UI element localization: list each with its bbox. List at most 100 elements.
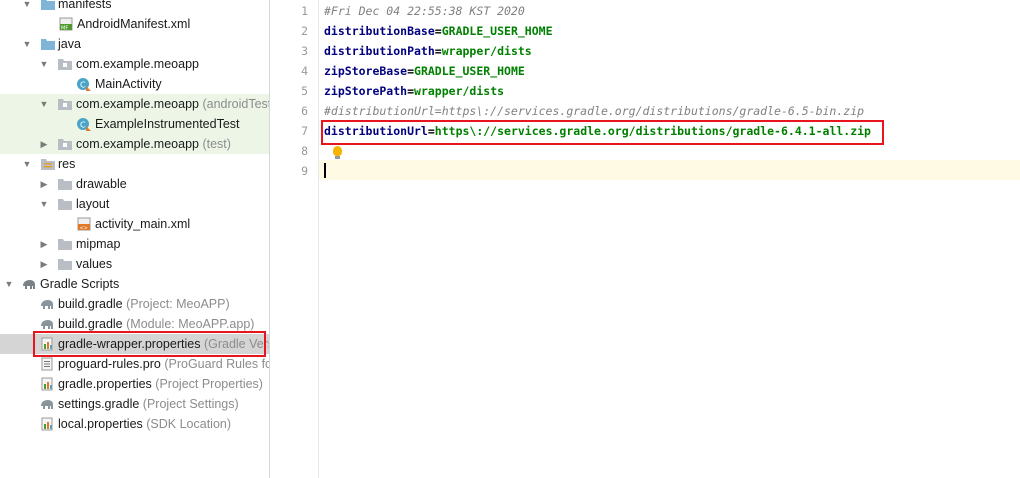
expand-arrow-icon[interactable]: ▼ — [39, 194, 49, 214]
folder-icon — [58, 239, 72, 250]
property-key: zipStoreBase — [324, 64, 408, 78]
intention-lightbulb-icon[interactable] — [333, 146, 342, 159]
tree-item-hint: (SDK Location) — [146, 417, 232, 431]
line-number: 8 — [301, 144, 308, 158]
tree-item-label: gradle.properties — [58, 377, 152, 391]
folder-icon — [58, 259, 72, 270]
property-value: GRADLE_USER_HOME — [414, 64, 525, 78]
code-line-1: #Fri Dec 04 22:55:38 KST 2020 — [324, 4, 525, 18]
collapse-arrow-icon[interactable]: ▶ — [39, 134, 49, 154]
svg-text:C: C — [80, 81, 86, 90]
line-number: 7 — [301, 124, 308, 138]
tree-item-label: com.example.meoapp — [76, 137, 199, 151]
gradle-elephant-icon — [23, 280, 35, 289]
text-caret — [324, 163, 326, 178]
tree-item-label: layout — [76, 197, 110, 211]
collapse-arrow-icon[interactable]: ▶ — [39, 174, 49, 194]
properties-file-icon — [41, 417, 53, 431]
tree-item-gradle-properties[interactable]: gradle.properties (Project Properties) — [0, 374, 269, 394]
folder-icon — [41, 0, 55, 10]
tree-item-hint: (ProGuard Rules for — [164, 357, 269, 371]
code-line-5: zipStorePath=wrapper/dists — [324, 81, 504, 101]
equals-sign: = — [434, 44, 442, 58]
properties-file-icon — [41, 377, 53, 391]
property-key: distributionPath — [324, 44, 435, 58]
collapse-arrow-icon[interactable]: ▶ — [39, 254, 49, 274]
tree-item-label: com.example.meoapp — [76, 97, 199, 111]
gradle-file-icon — [41, 400, 53, 409]
tree-item-hint: (Project: MeoAPP) — [126, 297, 230, 311]
tree-item-mipmap[interactable]: ▶ mipmap — [0, 234, 269, 254]
tree-item-drawable[interactable]: ▶ drawable — [0, 174, 269, 194]
property-value: GRADLE_USER_HOME — [441, 24, 553, 38]
tree-item-label: values — [76, 257, 113, 271]
tree-item-label: proguard-rules.pro — [58, 357, 161, 371]
kotlin-class-icon: C — [77, 78, 91, 91]
code-line-4: zipStoreBase=GRADLE_USER_HOME — [324, 61, 525, 81]
tree-item-java[interactable]: ▼ java — [0, 34, 269, 54]
folder-icon — [41, 39, 55, 50]
expand-arrow-icon[interactable]: ▼ — [39, 94, 49, 114]
tree-item-settings-gradle[interactable]: settings.gradle (Project Settings) — [0, 394, 269, 414]
current-line-highlight — [319, 160, 1020, 180]
res-folder-icon — [41, 159, 55, 170]
tree-item-label: MainActivity — [95, 77, 162, 91]
tree-item-label: activity_main.xml — [95, 217, 191, 231]
package-icon — [58, 99, 72, 110]
tree-item-package-main[interactable]: ▼ com.example.meoapp — [0, 54, 269, 74]
text-file-icon — [41, 357, 53, 371]
tree-item-label: java — [58, 37, 81, 51]
equals-sign: = — [434, 24, 442, 38]
property-value: wrapper/dists — [414, 84, 505, 98]
code-line-6: #distributionUrl=https\://services.gradl… — [324, 104, 865, 118]
tree-item-res[interactable]: ▼ res — [0, 154, 269, 174]
expand-arrow-icon[interactable]: ▼ — [22, 0, 32, 14]
package-icon — [58, 59, 72, 70]
line-number: 5 — [301, 84, 308, 98]
tree-item-values[interactable]: ▶ values — [0, 254, 269, 274]
tree-item-build-gradle-project[interactable]: build.gradle (Project: MeoAPP) — [0, 294, 269, 314]
tree-item-proguard-rules[interactable]: proguard-rules.pro (ProGuard Rules for — [0, 354, 269, 374]
package-icon — [58, 139, 72, 150]
layout-xml-icon: <> — [77, 217, 91, 231]
tree-item-local-properties[interactable]: local.properties (SDK Location) — [0, 414, 269, 434]
tree-item-androidmanifest[interactable]: MF AndroidManifest.xml — [0, 14, 269, 34]
project-tree-panel: ▼ manifests MF AndroidManifest.xml ▼ jav… — [0, 0, 270, 478]
tree-item-package-androidtest[interactable]: ▼ com.example.meoapp (androidTest) — [0, 94, 269, 114]
tree-item-label: res — [58, 157, 76, 171]
tree-item-activity-main-xml[interactable]: <> activity_main.xml — [0, 214, 269, 234]
tree-item-label: com.example.meoapp — [76, 57, 199, 71]
code-line-3: distributionPath=wrapper/dists — [324, 41, 532, 61]
svg-text:C: C — [80, 121, 86, 130]
equals-sign: = — [407, 84, 415, 98]
kotlin-class-icon: C — [77, 118, 91, 131]
tree-item-label: manifests — [58, 0, 112, 11]
code-editor[interactable]: #Fri Dec 04 22:55:38 KST 2020 distributi… — [319, 0, 1020, 478]
code-line-2: distributionBase=GRADLE_USER_HOME — [324, 21, 553, 41]
manifest-file-icon: MF — [59, 17, 73, 31]
tree-item-label: build.gradle — [58, 297, 123, 311]
line-number-gutter: 1 2 3 4 5 6 7 8 9 — [270, 0, 319, 478]
tree-item-hint: (Module: MeoAPP.app) — [126, 317, 255, 331]
collapse-arrow-icon[interactable]: ▶ — [39, 234, 49, 254]
tree-item-layout[interactable]: ▼ layout — [0, 194, 269, 214]
expand-arrow-icon[interactable]: ▼ — [22, 154, 32, 174]
tree-item-hint: (test) — [202, 137, 231, 151]
tree-item-label: build.gradle — [58, 317, 123, 331]
tree-item-hint: (androidTest) — [202, 97, 269, 111]
tree-item-gradle-scripts[interactable]: ▼ Gradle Scripts — [0, 274, 269, 294]
tree-item-package-test[interactable]: ▶ com.example.meoapp (test) — [0, 134, 269, 154]
folder-icon — [58, 179, 72, 190]
tree-item-mainactivity[interactable]: C MainActivity — [0, 74, 269, 94]
expand-arrow-icon[interactable]: ▼ — [4, 274, 14, 294]
expand-arrow-icon[interactable]: ▼ — [39, 54, 49, 74]
tree-item-manifests[interactable]: ▼ manifests — [0, 0, 269, 14]
property-key: distributionBase — [324, 24, 435, 38]
tree-item-exampleinstrumentedtest[interactable]: C ExampleInstrumentedTest — [0, 114, 269, 134]
equals-sign: = — [407, 64, 415, 78]
expand-arrow-icon[interactable]: ▼ — [22, 34, 32, 54]
tree-item-label: mipmap — [76, 237, 121, 251]
gradle-file-icon — [41, 300, 53, 309]
line-number: 3 — [301, 44, 308, 58]
tree-item-label: settings.gradle — [58, 397, 140, 411]
